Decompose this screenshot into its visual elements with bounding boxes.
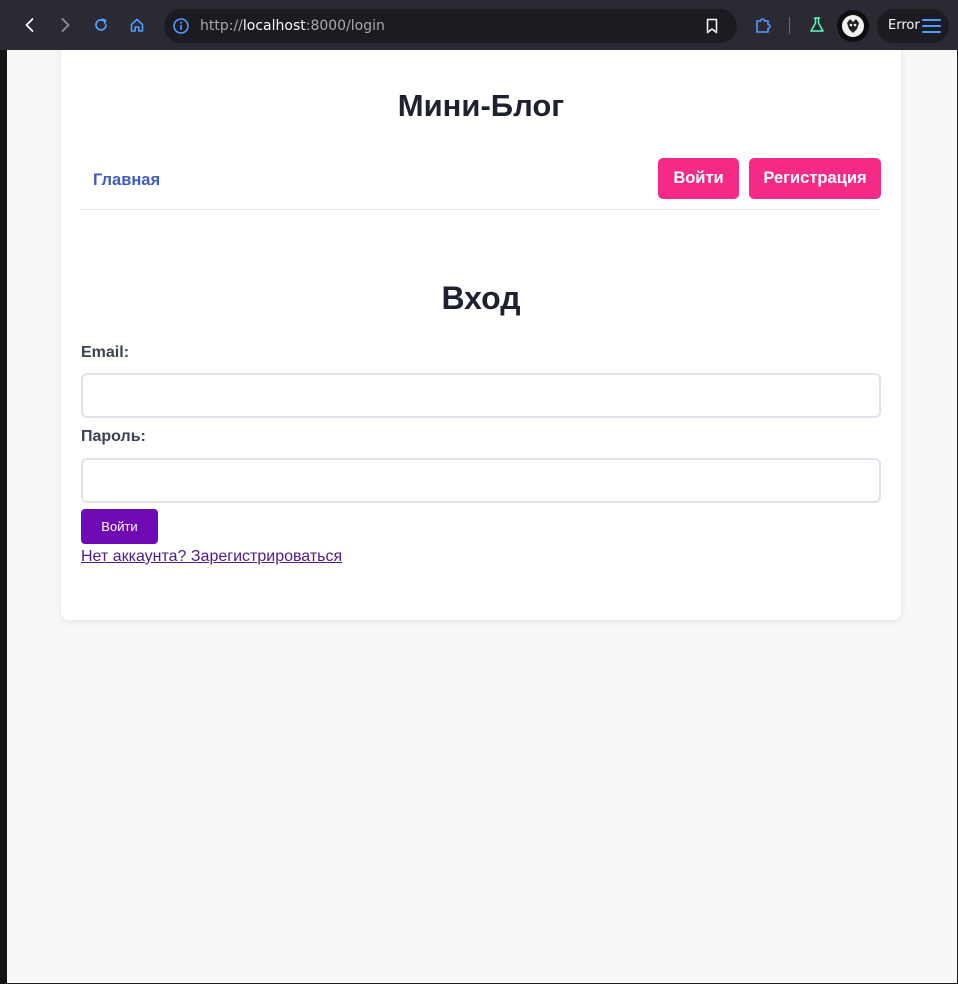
account-avatar-icon [842,15,864,37]
url-path: :8000/login [305,18,385,34]
login-submit-button[interactable]: Войти [81,509,158,544]
site-nav: Главная Войти Регистрация [81,158,881,210]
reload-button[interactable] [85,9,117,41]
browser-window: http://localhost:8000/login Error Мини-Б… [0,0,958,984]
page-viewport: Мини-Блог Главная Войти Регистрация Вход… [7,50,957,983]
address-bar[interactable]: http://localhost:8000/login [164,9,737,43]
window-edge [0,50,7,984]
forward-button[interactable] [49,9,81,41]
puzzle-icon [756,18,771,33]
password-label: Пароль: [81,428,146,445]
login-title: Вход [441,280,521,316]
url-host: localhost [242,18,306,34]
nav-home-link[interactable]: Главная [93,171,160,190]
content-card: Мини-Блог Главная Войти Регистрация Вход… [61,50,901,620]
home-icon [130,18,144,32]
error-status-label: Error [888,18,920,33]
url-protocol: http:// [200,18,243,34]
back-button[interactable] [14,9,46,41]
bookmark-icon[interactable] [703,17,721,35]
hamburger-menu-icon[interactable] [922,18,941,34]
email-label: Email: [81,344,130,361]
site-info-icon[interactable] [172,17,190,35]
flask-icon [810,17,824,32]
error-status-button[interactable]: Error [877,9,949,43]
browser-toolbar: http://localhost:8000/login Error [0,0,958,50]
password-field[interactable] [81,458,881,503]
reload-icon [95,18,107,31]
site-title: Мини-Блог [397,88,565,123]
toolbar-separator [789,17,790,34]
register-link[interactable]: Нет аккаунта? Зарегистрироваться [81,548,342,566]
home-button[interactable] [121,9,153,41]
nav-login-button[interactable]: Войти [658,158,739,199]
forward-arrow-icon [61,18,70,32]
back-arrow-icon [25,18,34,32]
extensions-button[interactable] [747,9,779,41]
labs-button[interactable] [801,9,833,41]
email-field[interactable] [81,373,881,418]
nav-register-button[interactable]: Регистрация [749,158,881,199]
account-avatar[interactable] [837,10,869,42]
url-text[interactable]: http://localhost:8000/login [200,18,385,34]
